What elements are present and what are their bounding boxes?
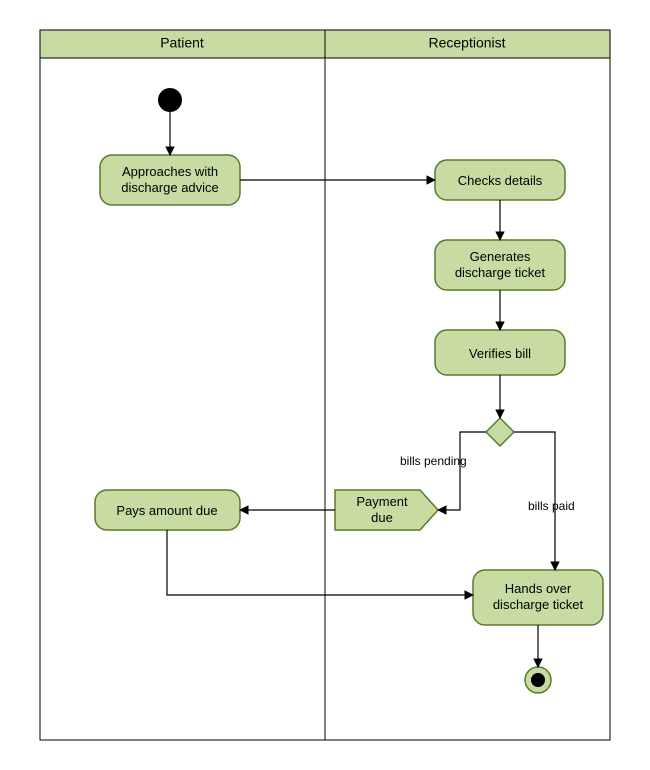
- svg-text:Payment: Payment: [356, 494, 408, 509]
- initial-node: [158, 88, 182, 112]
- svg-text:Generates: Generates: [470, 249, 531, 264]
- svg-text:Hands over: Hands over: [505, 581, 572, 596]
- svg-text:discharge ticket: discharge ticket: [455, 265, 546, 280]
- svg-text:discharge ticket: discharge ticket: [493, 597, 584, 612]
- lane-title-patient: Patient: [160, 35, 204, 51]
- svg-text:due: due: [371, 510, 393, 525]
- lane-title-receptionist: Receptionist: [428, 35, 505, 51]
- activity-hands-over: Hands over discharge ticket: [473, 570, 603, 625]
- activity-pays: Pays amount due: [95, 490, 240, 530]
- activity-diagram: Patient Receptionist Approaches with dis…: [0, 0, 650, 770]
- activity-approach: Approaches with discharge advice: [100, 155, 240, 205]
- svg-text:Checks details: Checks details: [458, 173, 543, 188]
- activity-checks: Checks details: [435, 160, 565, 200]
- activity-verifies: Verifies bill: [435, 330, 565, 375]
- svg-text:discharge advice: discharge advice: [121, 180, 219, 195]
- guard-paid: bills paid: [528, 499, 575, 513]
- final-node: [525, 667, 551, 693]
- guard-pending: bills pending: [400, 454, 467, 468]
- swimlane-frame: Patient Receptionist: [40, 30, 610, 740]
- svg-text:Verifies bill: Verifies bill: [469, 346, 531, 361]
- signal-payment-due: Payment due: [335, 490, 438, 530]
- activity-generates: Generates discharge ticket: [435, 240, 565, 290]
- svg-text:Approaches with: Approaches with: [122, 164, 218, 179]
- svg-text:Pays amount due: Pays amount due: [116, 503, 217, 518]
